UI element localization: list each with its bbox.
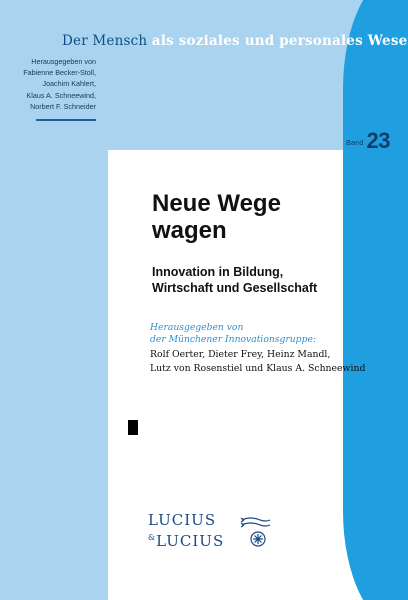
- volume-value: 23: [366, 128, 391, 153]
- publisher-logo-text: LUCIUS &LUCIUS: [148, 512, 224, 550]
- series-editors: Herausgegeben von Fabienne Becker-Stoll,…: [0, 56, 96, 112]
- series-title-white: als soziales und personales Wesen: [151, 33, 408, 49]
- publisher-line-2: &LUCIUS: [148, 529, 224, 550]
- editors-heading: Herausgegeben von: [31, 57, 96, 66]
- authors-line: Lutz von Rosenstiel und Klaus A. Schneew…: [150, 362, 366, 374]
- editor-name: Klaus A. Schneewind,: [26, 90, 96, 100]
- title-line: Neue Wege: [152, 190, 281, 217]
- book-title: Neue Wege wagen: [152, 190, 281, 244]
- editorial-group-heading: Herausgegeben von der Münchener Innovati…: [150, 322, 316, 345]
- publisher-line: LUCIUS: [148, 511, 217, 529]
- authors-line: Rolf Oerter, Dieter Frey, Heinz Mandl,: [150, 349, 331, 360]
- series-title-dark: Der Mensch: [62, 33, 148, 49]
- publisher-line: LUCIUS: [156, 532, 225, 550]
- right-blue-band: [343, 0, 408, 600]
- hrsg-line: Herausgegeben von: [150, 322, 244, 333]
- author-list: Rolf Oerter, Dieter Frey, Heinz Mandl, L…: [150, 348, 365, 375]
- book-cover: Der Mensch als soziales und personales W…: [0, 0, 408, 600]
- editor-name: Joachim Kahlert,: [42, 79, 96, 89]
- publisher-emblem-icon: [240, 517, 271, 547]
- volume-number: Band 23: [345, 128, 391, 154]
- editor-name: Fabienne Becker-Stoll,: [23, 68, 96, 78]
- editor-name: Norbert F. Schneider: [30, 101, 96, 111]
- subtitle-line: Innovation in Bildung,: [152, 265, 284, 279]
- series-title: Der Mensch als soziales und personales W…: [62, 33, 408, 49]
- hrsg-line: der Münchener Innovationsgruppe:: [150, 333, 316, 345]
- editors-divider: [36, 119, 96, 121]
- volume-label: Band: [345, 138, 364, 147]
- black-marker: [128, 420, 138, 435]
- publisher-ampersand: &: [148, 533, 157, 542]
- book-subtitle: Innovation in Bildung, Wirtschaft und Ge…: [152, 265, 317, 296]
- title-line: wagen: [152, 217, 227, 244]
- subtitle-line: Wirtschaft und Gesellschaft: [152, 280, 318, 295]
